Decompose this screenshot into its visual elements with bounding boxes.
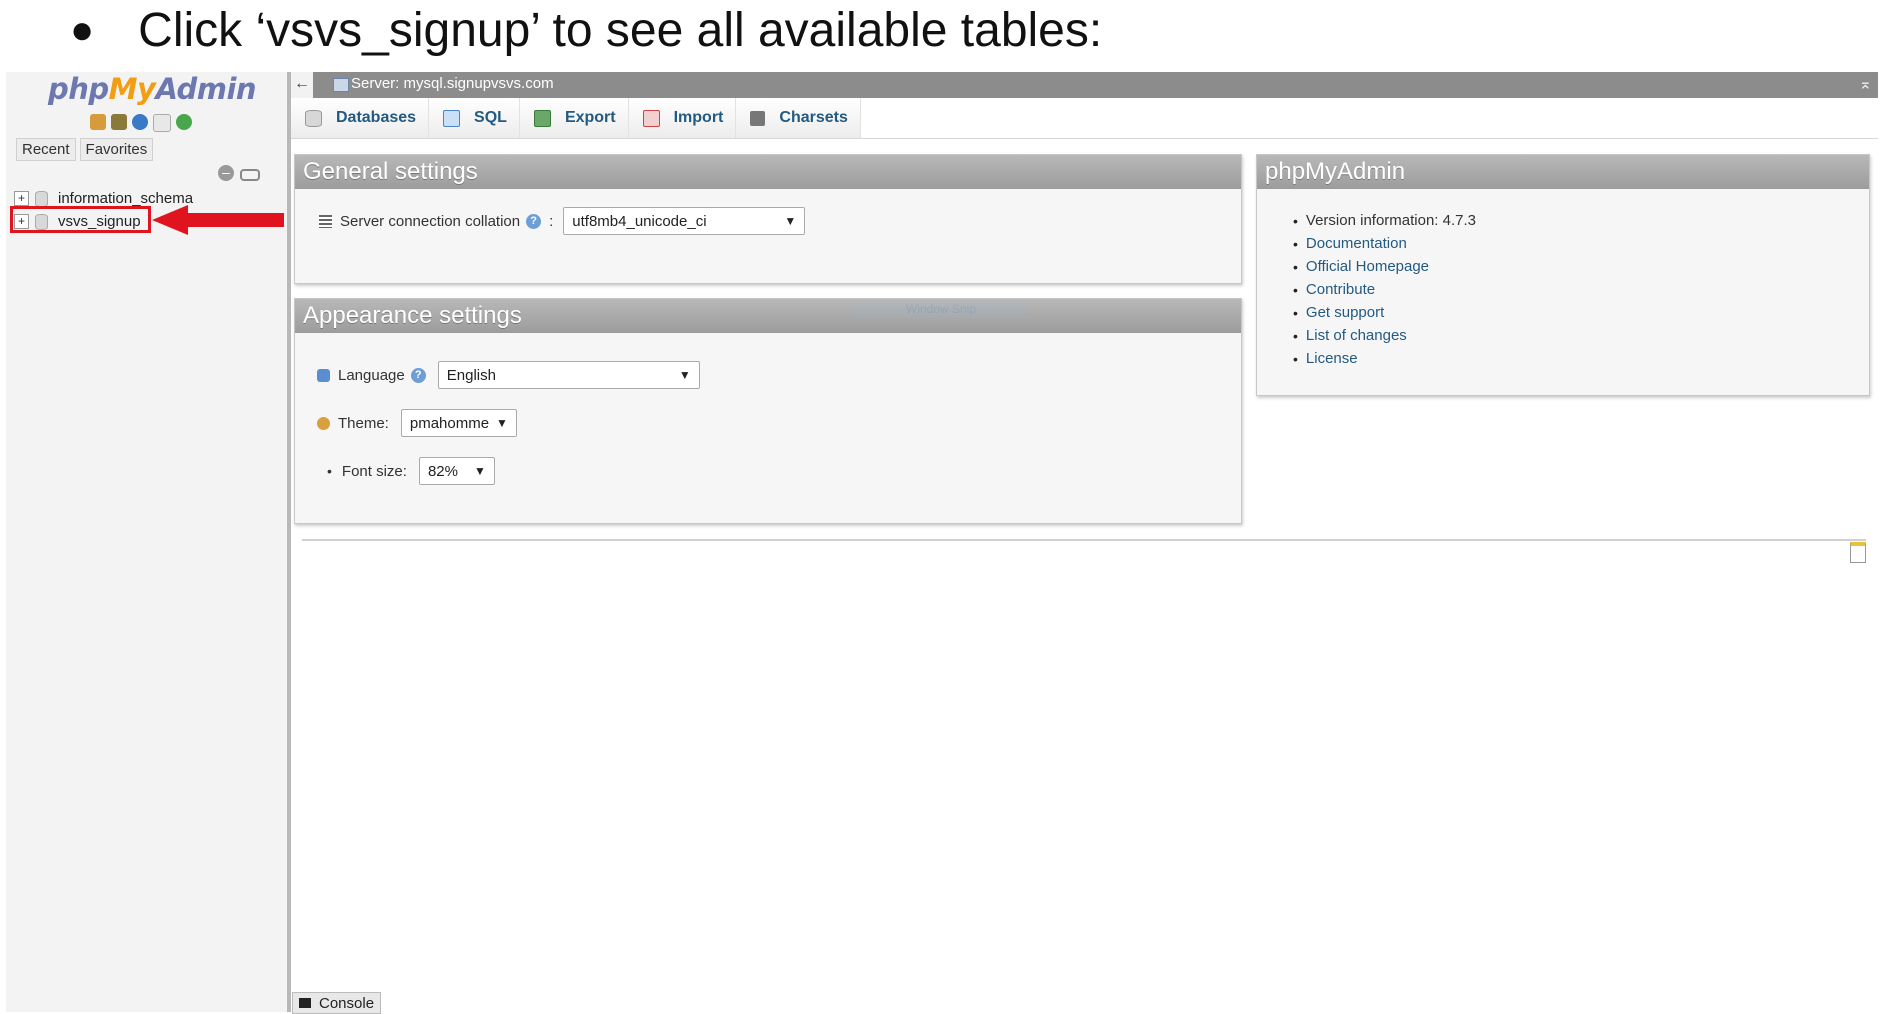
console-icon bbox=[299, 998, 311, 1008]
list-item: List of changes bbox=[1293, 324, 1476, 347]
theme-palette-icon bbox=[317, 416, 330, 430]
help-icon[interactable] bbox=[132, 114, 148, 130]
recent-tab[interactable]: Recent bbox=[16, 138, 76, 161]
list-item: Contribute bbox=[1293, 278, 1476, 301]
theme-row: Theme: pmahomme ▼ bbox=[317, 409, 517, 437]
collapse-nav-icon[interactable]: ← bbox=[291, 72, 313, 98]
list-of-changes-link[interactable]: List of changes bbox=[1306, 327, 1407, 344]
phpmyadmin-info-panel: phpMyAdmin Version information: 4.7.3 Do… bbox=[1256, 154, 1870, 396]
import-icon bbox=[642, 109, 660, 127]
select-value: utf8mb4_unicode_ci bbox=[572, 212, 707, 230]
documentation-link[interactable]: Documentation bbox=[1306, 235, 1407, 252]
instruction-text: ● Click ‘vsvs_signup’ to see all availab… bbox=[70, 2, 1102, 58]
tab-label: Export bbox=[564, 109, 616, 126]
nav-icon-bar bbox=[90, 114, 192, 132]
divider bbox=[302, 539, 1866, 541]
logo-my: My bbox=[108, 72, 156, 106]
list-item: License bbox=[1293, 347, 1476, 370]
pma-info-list: Version information: 4.7.3 Documentation… bbox=[1293, 209, 1476, 370]
reload-icon[interactable] bbox=[176, 114, 192, 130]
tab-label: SQL bbox=[474, 109, 507, 126]
panel-title: Appearance settings bbox=[295, 299, 1241, 333]
database-icon bbox=[35, 190, 48, 207]
collapse-all-icon[interactable]: – bbox=[218, 165, 234, 181]
help-icon[interactable]: ? bbox=[410, 367, 426, 383]
language-select[interactable]: English ▼ bbox=[437, 361, 700, 389]
theme-label: Theme: bbox=[338, 414, 389, 432]
server-breadcrumb[interactable]: Server: mysql.signupvsvs.com bbox=[351, 75, 554, 92]
bullet: ● bbox=[70, 7, 95, 52]
font-size-row: • Font size: 82% ▼ bbox=[323, 457, 495, 485]
pma-screen: phpMyAdmin Recent Favorites – + informat… bbox=[6, 72, 1878, 1014]
charsets-icon bbox=[750, 110, 766, 126]
font-size-label: Font size: bbox=[341, 462, 407, 480]
select-value: 82% bbox=[427, 462, 458, 480]
tab-charsets[interactable]: Charsets bbox=[736, 98, 861, 138]
contribute-link[interactable]: Contribute bbox=[1306, 281, 1375, 298]
language-row: Language ? English ▼ bbox=[317, 361, 700, 389]
list-icon bbox=[319, 214, 332, 228]
red-arrow-icon bbox=[152, 205, 284, 235]
link-with-main-icon[interactable] bbox=[240, 169, 260, 181]
notes-icon[interactable] bbox=[1850, 542, 1866, 563]
theme-select[interactable]: pmahomme ▼ bbox=[400, 409, 517, 437]
tab-label: Charsets bbox=[779, 109, 848, 126]
official-homepage-link[interactable]: Official Homepage bbox=[1306, 258, 1429, 275]
select-value: English bbox=[446, 366, 496, 384]
home-icon[interactable] bbox=[90, 114, 106, 130]
font-size-select[interactable]: 82% ▼ bbox=[418, 457, 495, 485]
license-link[interactable]: License bbox=[1306, 350, 1358, 367]
tab-label: Databases bbox=[336, 109, 417, 126]
list-item: Official Homepage bbox=[1293, 255, 1476, 278]
get-support-link[interactable]: Get support bbox=[1306, 304, 1384, 321]
instruction-label: Click ‘vsvs_signup’ to see all available… bbox=[138, 3, 1103, 57]
tab-sql[interactable]: SQL bbox=[429, 98, 520, 138]
panel-title: General settings bbox=[295, 155, 1241, 189]
export-icon bbox=[533, 109, 551, 127]
logout-icon[interactable] bbox=[111, 114, 127, 130]
caret-down-icon: ▼ bbox=[784, 214, 797, 228]
collation-row: Server connection collation ? : utf8mb4_… bbox=[319, 207, 806, 235]
server-bar: ← Server: mysql.signupvsvs.com ⌅ bbox=[291, 72, 1878, 98]
console-label: Console bbox=[319, 994, 375, 1012]
list-item: Get support bbox=[1293, 301, 1476, 324]
main-menu: Databases SQL Export Import Charsets bbox=[291, 98, 1878, 139]
database-icon bbox=[305, 109, 322, 127]
nav-tabs: Recent Favorites bbox=[16, 138, 154, 161]
window-snip-watermark: Window Snip bbox=[856, 302, 1026, 318]
favorites-tab[interactable]: Favorites bbox=[79, 138, 154, 161]
console-toggle[interactable]: Console bbox=[292, 992, 382, 1014]
caret-down-icon: ▼ bbox=[495, 416, 508, 430]
colon: : bbox=[549, 212, 554, 230]
general-settings-panel: General settings Server connection colla… bbox=[294, 154, 1242, 284]
collation-select[interactable]: utf8mb4_unicode_ci ▼ bbox=[563, 207, 806, 235]
scroll-top-icon[interactable]: ⌅ bbox=[1859, 74, 1872, 94]
tab-export[interactable]: Export bbox=[519, 98, 629, 138]
tab-import[interactable]: Import bbox=[628, 98, 737, 138]
list-item: Documentation bbox=[1293, 232, 1476, 255]
language-icon bbox=[317, 368, 330, 382]
caret-down-icon: ▼ bbox=[678, 368, 691, 382]
language-label: Language bbox=[338, 366, 405, 384]
caret-down-icon: ▼ bbox=[474, 464, 486, 478]
bullet: • bbox=[327, 463, 332, 479]
navigation-panel: phpMyAdmin Recent Favorites – + informat… bbox=[6, 72, 291, 1012]
logo-php: php bbox=[48, 72, 109, 106]
tab-label: Import bbox=[673, 109, 724, 126]
version-info: Version information: 4.7.3 bbox=[1293, 209, 1476, 232]
panel-title: phpMyAdmin bbox=[1257, 155, 1869, 189]
server-icon bbox=[333, 78, 349, 92]
tab-databases[interactable]: Databases bbox=[291, 98, 430, 138]
help-icon[interactable]: ? bbox=[526, 213, 542, 229]
expand-icon[interactable]: + bbox=[14, 191, 29, 206]
highlight-box bbox=[10, 206, 151, 233]
appearance-settings-panel: Appearance settings Language ? English ▼ … bbox=[294, 298, 1242, 524]
select-value: pmahomme bbox=[409, 414, 490, 432]
logo-admin: Admin bbox=[155, 72, 257, 106]
documentation-icon[interactable] bbox=[153, 114, 171, 132]
sql-icon bbox=[443, 109, 461, 127]
phpmyadmin-logo[interactable]: phpMyAdmin bbox=[48, 72, 257, 106]
collation-label: Server connection collation bbox=[340, 212, 521, 230]
